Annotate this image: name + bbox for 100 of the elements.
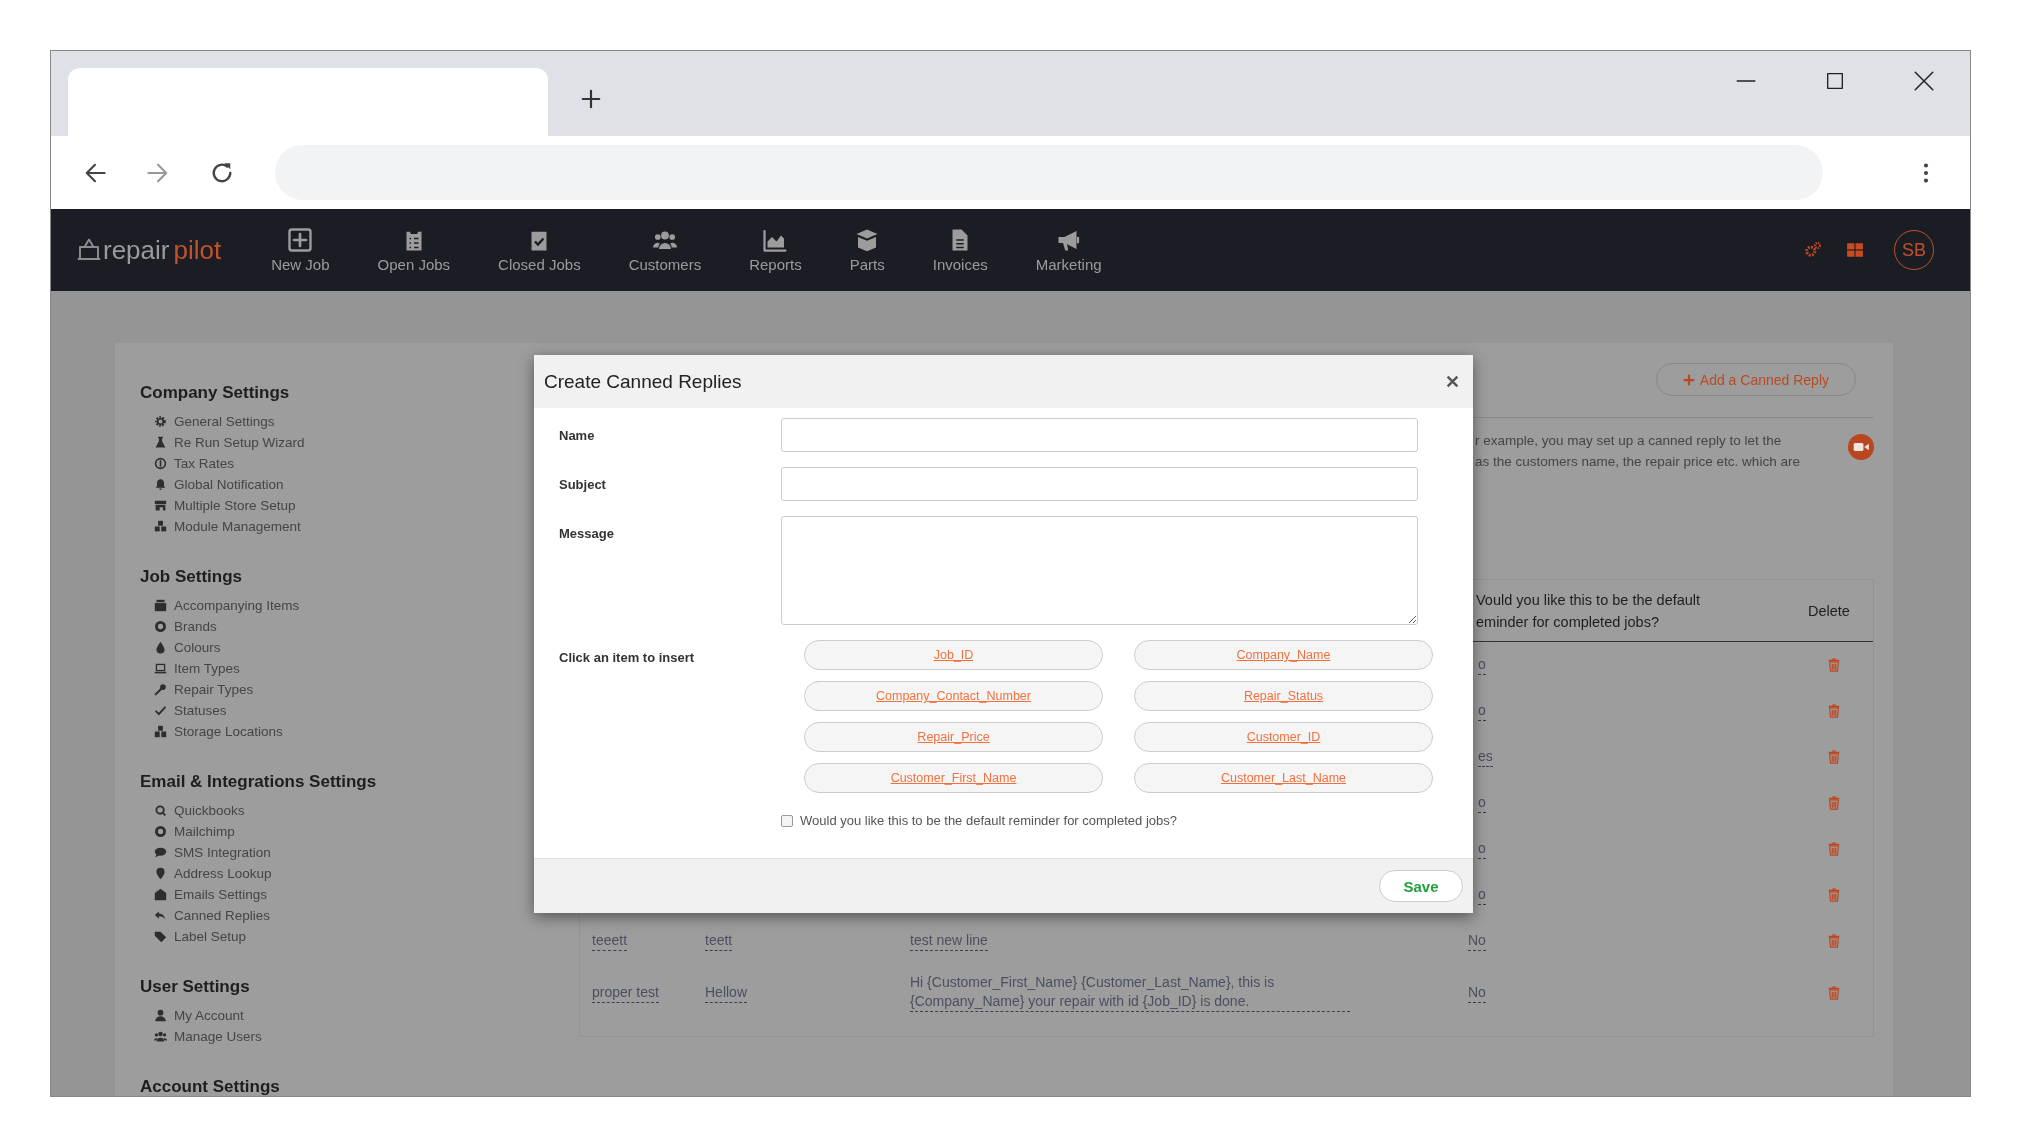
sidebar-item[interactable]: Manage Users [140,1026,262,1047]
close-icon[interactable] [1446,375,1459,388]
table-cell[interactable]: teett [705,931,733,951]
sidebar-item[interactable]: Mailchimp [140,821,235,842]
insert-tag-button[interactable]: Company_Name [1134,640,1433,670]
plus-icon[interactable] [580,87,602,110]
nav-item[interactable]: Marketing [1011,227,1126,273]
message-field[interactable] [781,516,1418,625]
sidebar-item[interactable]: Brands [140,616,217,637]
table-cell[interactable]: No [1468,931,1486,951]
table-cell[interactable]: proper test [592,982,659,1003]
nav-item[interactable]: Parts [825,227,909,273]
table-cell[interactable]: o [1478,839,1486,859]
circle-icon [154,620,167,633]
section-heading: Company Settings [140,382,291,404]
logo-text: repair [103,234,170,266]
modal-title: Create Canned Replies [544,370,742,393]
maximize-icon[interactable] [1826,72,1844,90]
sidebar-item[interactable]: Repair Types [140,679,254,700]
sidebar-item[interactable]: Label Setup [140,926,247,947]
field-label: Message [559,525,615,543]
nav-item[interactable]: Invoices [908,227,1012,273]
forward-arrow-icon[interactable] [147,161,169,184]
sidebar-item[interactable]: Multiple Store Setup [140,495,296,516]
save-button[interactable]: Save [1379,870,1463,902]
sidebar-item[interactable]: Global Notification [140,474,284,495]
section-heading: Email & Integrations Settings [140,771,378,793]
sidebar-item[interactable]: General Settings [140,411,275,432]
nav-item[interactable]: Closed Jobs [474,227,605,273]
table-cell[interactable]: Hi {Customer_First_Name} {Customer_Last_Name}, this is {Company_Name} your repair with id {Job_ID} is done. [910,973,1350,1012]
table-cell[interactable]: o [1478,793,1486,813]
sidebar-item[interactable]: Re Run Setup Wizard [140,432,305,453]
reload-icon[interactable] [210,160,234,185]
nav-item[interactable]: Customers [604,227,726,273]
input-field[interactable] [781,418,1418,452]
sidebar-item[interactable]: Statuses [140,700,227,721]
plus-square-icon [288,227,313,252]
section-heading: Job Settings [140,566,243,588]
insert-tag-button[interactable]: Repair_Price [804,722,1103,752]
check-icon [154,704,167,717]
sidebar-item[interactable]: SMS Integration [140,842,271,863]
insert-tag-button[interactable]: Customer_ID [1134,722,1433,752]
insert-tag-button[interactable]: Customer_Last_Name [1134,763,1433,793]
video-icon[interactable] [1848,434,1874,460]
store-icon [154,499,167,512]
gear-icon [154,415,167,428]
sidebar-item[interactable]: Item Types [140,658,240,679]
user-icon [154,1009,167,1022]
table-cell[interactable]: Hellow [705,982,747,1003]
table-cell[interactable]: o [1478,885,1486,905]
grid-icon[interactable] [1846,241,1864,259]
cubes-icon [154,520,167,533]
insert-tag-button[interactable]: Company_Contact_Number [804,681,1103,711]
tag-icon [154,930,167,943]
sidebar-item[interactable]: My Account [140,1005,244,1026]
insert-tag-button[interactable]: Repair_Status [1134,681,1433,711]
input-field[interactable] [781,467,1418,501]
table-cell[interactable]: o [1478,655,1486,675]
table-cell[interactable]: o [1478,701,1486,721]
nav-item[interactable]: Reports [725,227,826,273]
nav-item[interactable]: Open Jobs [353,227,475,273]
table-cell[interactable]: No [1468,982,1486,1003]
trash-icon[interactable] [1826,657,1841,673]
trash-icon[interactable] [1826,933,1841,949]
trash-icon[interactable] [1826,887,1841,903]
sidebar-item[interactable]: Address Lookup [140,863,272,884]
table-cell[interactable]: es [1478,747,1493,767]
bell-icon [154,478,167,491]
insert-tag-button[interactable]: Job_ID [804,640,1103,670]
sidebar-item[interactable]: Colours [140,637,221,658]
sidebar-item[interactable]: Storage Locations [140,721,283,742]
table-cell[interactable]: teeett [592,931,628,951]
description-text: as the customers name, the repair price etc. which are [1475,453,1801,471]
insert-tag-button[interactable]: Customer_First_Name [804,763,1103,793]
sidebar-item[interactable]: Tax Rates [140,453,235,474]
map-pin-icon [154,867,167,880]
users-icon [154,1030,167,1043]
trash-icon[interactable] [1826,984,1841,1001]
checkbox[interactable] [781,814,793,827]
logo-icon [77,238,101,262]
laptop-icon [154,662,167,675]
trash-icon[interactable] [1826,749,1841,765]
field-label: Name [559,427,596,445]
trash-icon[interactable] [1826,703,1841,719]
sidebar-item[interactable]: Accompanying Items [140,595,300,616]
sidebar-item[interactable]: Quickbooks [140,800,245,821]
trash-icon[interactable] [1826,795,1841,811]
sidebar-item[interactable]: Canned Replies [140,905,271,926]
sidebar-item[interactable]: Module Management [140,516,301,537]
nav-item[interactable]: New Job [247,227,354,273]
sidebar-item[interactable]: Emails Settings [140,884,268,905]
column-header: Vould you like this to be the default eminder for completed jobs? [1475,590,1702,632]
close-icon[interactable] [1914,71,1934,91]
back-arrow-icon[interactable] [84,161,106,184]
table-cell[interactable]: test new line [910,931,988,951]
gears-icon[interactable] [1804,241,1822,259]
field-label: Subject [559,476,607,494]
add-reply-button[interactable]: Add a Canned Reply [1655,363,1856,396]
box-icon [154,599,167,612]
trash-icon[interactable] [1826,841,1841,857]
